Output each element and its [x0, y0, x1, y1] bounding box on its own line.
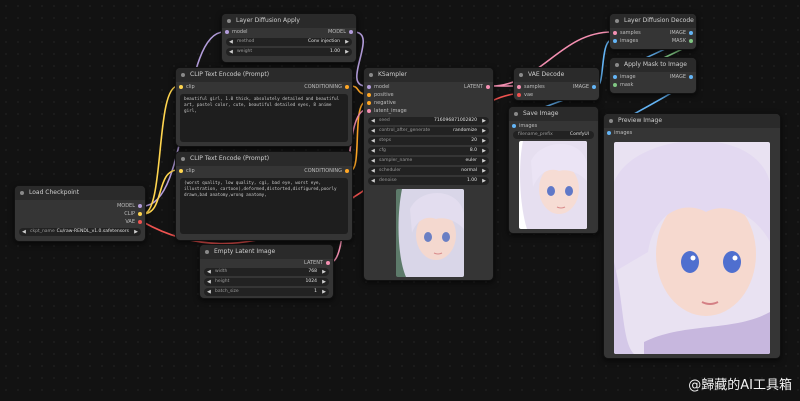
output-model[interactable]: MODEL [117, 203, 142, 209]
input-images[interactable]: images [613, 38, 638, 44]
vae-decode-node[interactable]: VAE Decode samples IMAGE vae [513, 67, 600, 101]
decrement-icon[interactable]: ◀ [22, 228, 26, 236]
node-title[interactable]: CLIP Text Encode (Prompt) [176, 152, 352, 166]
empty-latent-image-node[interactable]: Empty Latent Image LATENT ◀ width 768 ▶ ◀ he… [199, 244, 334, 299]
output-conditioning[interactable]: CONDITIONING [304, 84, 349, 90]
input-latent-image[interactable]: latent_image [367, 108, 407, 114]
output-vae[interactable]: VAE [125, 219, 142, 225]
preview-output-image [614, 142, 770, 354]
node-title[interactable]: Apply Mask to Image [610, 58, 696, 72]
input-model[interactable]: model [367, 84, 390, 90]
control-after-generate-widget[interactable]: ◀ control_after_generate randomize ▶ [368, 127, 489, 135]
apply-mask-to-image-node[interactable]: Apply Mask to Image image IMAGE mask [609, 57, 697, 94]
sampler-name-widget[interactable]: ◀ sampler_name euler ▶ [368, 157, 489, 165]
load-checkpoint-node[interactable]: Load Checkpoint MODEL CLIP VAE ◀ ckpt_na… [14, 185, 146, 242]
increment-icon[interactable]: ▶ [345, 38, 349, 46]
cfg-widget[interactable]: ◀ cfg 8.0 ▶ [368, 147, 489, 155]
node-title[interactable]: Layer Diffusion Apply [222, 14, 356, 28]
output-latent[interactable]: LATENT [464, 84, 490, 90]
layer-diffusion-apply-node[interactable]: Layer Diffusion Apply model MODEL ◀ meth… [221, 13, 357, 63]
input-image[interactable]: image [613, 74, 636, 80]
prompt-textarea[interactable]: beautiful girl, 1.0 thick, absolutely de… [180, 94, 348, 142]
anime-girl-image [519, 141, 587, 229]
input-model[interactable]: model [225, 29, 248, 35]
node-title[interactable]: KSampler [364, 68, 493, 82]
input-samples[interactable]: samples [613, 30, 641, 36]
method-select[interactable]: ◀ method Conv injection ▶ [226, 38, 352, 46]
output-model[interactable]: MODEL [328, 29, 353, 35]
output-image[interactable]: IMAGE [670, 30, 693, 36]
output-image[interactable]: IMAGE [670, 74, 693, 80]
input-clip[interactable]: clip [179, 84, 195, 90]
output-latent[interactable]: LATENT [304, 260, 330, 266]
preview-image-node[interactable]: Preview Image images [603, 113, 781, 359]
steps-widget[interactable]: ◀ steps 20 ▶ [368, 137, 489, 145]
wire-clip-to-negative [142, 169, 179, 215]
saved-image [519, 141, 587, 229]
node-title[interactable]: Empty Latent Image [200, 245, 333, 259]
save-image-node[interactable]: Save Image images filename_prefix ComfyU… [508, 106, 599, 234]
node-title[interactable]: CLIP Text Encode (Prompt) [176, 68, 352, 82]
input-clip[interactable]: clip [179, 168, 195, 174]
preview-thumbnail [396, 189, 464, 277]
ckpt-name-select[interactable]: ◀ ckpt_name Cu/raw-RENDL_v1.0.safetensor… [19, 228, 141, 236]
prompt-textarea[interactable]: (worst quality, low quality, cgi, bad ey… [180, 178, 348, 234]
node-title[interactable]: Save Image [509, 107, 598, 121]
height-widget[interactable]: ◀ height 1024 ▶ [204, 278, 329, 286]
seed-widget[interactable]: ◀ seed 716096871002820 ▶ [368, 117, 489, 125]
layer-diffusion-decode-node[interactable]: Layer Diffusion Decode samples IMAGE ima… [609, 13, 697, 50]
node-title[interactable]: Preview Image [604, 114, 780, 128]
ksampler-node[interactable]: KSampler model LATENT positive negative … [363, 67, 494, 281]
node-title[interactable]: Layer Diffusion Decode [610, 14, 696, 28]
anime-girl-image [614, 142, 770, 354]
node-title[interactable]: Load Checkpoint [15, 186, 145, 200]
decrement-icon[interactable]: ◀ [229, 48, 233, 56]
increment-icon[interactable]: ▶ [134, 228, 138, 236]
anime-girl-image [396, 189, 464, 277]
input-samples[interactable]: samples [517, 84, 545, 90]
input-negative[interactable]: negative [367, 100, 396, 106]
output-conditioning[interactable]: CONDITIONING [304, 168, 349, 174]
output-mask[interactable]: MASK [672, 38, 693, 44]
width-widget[interactable]: ◀ width 768 ▶ [204, 268, 329, 276]
watermark-text: @歸藏的AI工具箱 [688, 378, 792, 393]
increment-icon[interactable]: ▶ [345, 48, 349, 56]
input-vae[interactable]: vae [517, 92, 533, 98]
scheduler-widget[interactable]: ◀ scheduler normal ▶ [368, 167, 489, 175]
batch-size-widget[interactable]: ◀ batch_size 1 ▶ [204, 288, 329, 296]
clip-text-encode-positive-node[interactable]: CLIP Text Encode (Prompt) clip CONDITION… [175, 67, 353, 147]
input-images[interactable]: images [512, 123, 537, 129]
filename-prefix-field[interactable]: filename_prefix ComfyUI [513, 131, 594, 139]
input-mask[interactable]: mask [613, 82, 633, 88]
output-clip[interactable]: CLIP [124, 211, 142, 217]
input-positive[interactable]: positive [367, 92, 394, 98]
decrement-icon[interactable]: ◀ [229, 38, 233, 46]
denoise-widget[interactable]: ◀ denoise 1.00 ▶ [368, 177, 489, 185]
clip-text-encode-negative-node[interactable]: CLIP Text Encode (Prompt) clip CONDITION… [175, 151, 353, 241]
input-images[interactable]: images [607, 130, 632, 136]
node-title[interactable]: VAE Decode [514, 68, 599, 82]
weight-slider[interactable]: ◀ weight 1.00 ▶ [226, 48, 352, 56]
output-image[interactable]: IMAGE [573, 84, 596, 90]
